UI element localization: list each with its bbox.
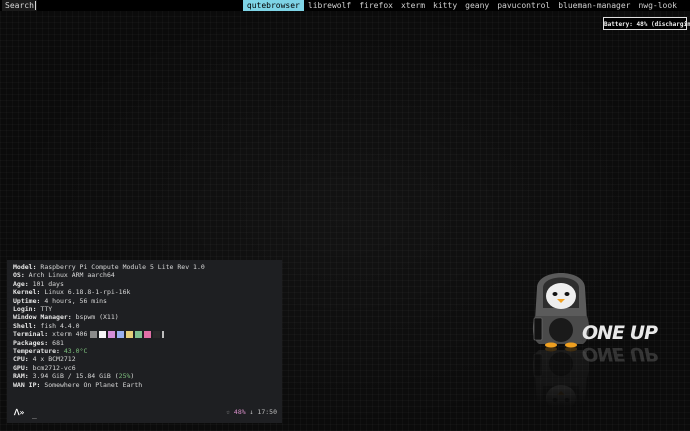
terminal-window[interactable]: Model: Raspberry Pi Compute Module 5 Lit… [7,260,282,423]
launcher-item-kitty[interactable]: kitty [429,0,461,11]
color-swatch [126,330,134,338]
info-key: Temperature: [13,347,60,356]
launcher-search-caret [35,1,36,10]
info-key: Model: [13,263,37,271]
info-row-model: Model: Raspberry Pi Compute Module 5 Lit… [13,263,276,271]
color-swatch [135,330,143,338]
launcher-item-geany[interactable]: geany [461,0,493,11]
launcher-bar: Search qutebrowser librewolf firefox xte… [0,0,690,11]
ram-tail: ) [130,372,135,381]
launcher-item-librewolf[interactable]: librewolf [304,0,355,11]
info-value: 101 days [32,279,64,288]
prompt-right-status: ☆ 48% ↓ 17:50 [226,408,277,416]
info-key: CPU: [13,355,29,364]
brand-logo-reflection: ONE UP [582,343,658,365]
info-key: RAM: [13,372,29,381]
info-value: bcm2712-vc6 [32,363,76,372]
battery-status-box: Battery: 48% (discharging) [603,17,690,30]
info-value: bspwm (X11) [75,313,119,322]
color-swatch [90,330,98,338]
info-row-wan-ip: WAN IP: Somewhere On Planet Earth [13,381,276,389]
info-row-gpu: GPU: bcm2712-vc6 [13,364,276,372]
info-value: 43.0°C [63,347,88,356]
info-row-window-manager: Window Manager: bspwm (X11) [13,313,276,321]
shell-prompt: ᐱ» [14,408,25,417]
info-row-kernel: Kernel: Linux 6.18.8-1-rpi-16k [13,288,276,296]
info-row-shell: Shell: fish 4.4.0 [13,322,276,330]
color-swatch [153,330,161,338]
info-key: Uptime: [13,296,41,305]
info-row-os: OS: Arch Linux ARM aarch64 [13,271,276,279]
launcher-item-blueman-manager[interactable]: blueman-manager [554,0,634,11]
info-key: Terminal: [13,330,49,339]
info-value: 3.94 GiB / 15.84 GiB ( [32,372,119,381]
info-value: Raspberry Pi Compute Module 5 Lite Rev 1… [40,263,205,271]
info-value: xterm 406 [52,330,88,339]
text-cursor[interactable]: _ [32,410,37,419]
launcher-item-nwg-look[interactable]: nwg-look [634,0,681,11]
info-row-ram: RAM: 3.94 GiB / 15.84 GiB (25%) [13,372,276,380]
launcher-item-pavucontrol[interactable]: pavucontrol [493,0,554,11]
star-icon: ☆ [226,408,230,416]
info-row-uptime: Uptime: 4 hours, 56 mins [13,297,276,305]
info-key: Kernel: [13,288,41,297]
info-value: fish 4.4.0 [40,321,80,330]
info-key: Window Manager: [13,313,72,322]
color-swatch [144,330,152,338]
info-row-login: Login: TTY [13,305,276,313]
info-value: TTY [40,305,53,314]
brand-logo: ONE UP [582,322,658,344]
color-swatch [162,330,165,338]
info-key: Shell: [13,321,37,330]
info-value: Arch Linux ARM aarch64 [28,271,115,280]
launcher-item-qutebrowser[interactable]: qutebrowser [242,0,304,11]
launcher-item-firefox[interactable]: firefox [355,0,397,11]
color-swatch [117,330,125,338]
color-swatch [99,330,107,338]
launcher-search-label[interactable]: Search [2,0,37,11]
info-value: 4 x BCM2712 [32,355,76,364]
color-swatches [90,330,165,338]
info-value: 681 [52,338,64,347]
info-row-cpu: CPU: 4 x BCM2712 [13,355,276,363]
prompt-battery: 48% [233,408,246,416]
info-key: WAN IP: [13,380,41,389]
info-row-age: Age: 101 days [13,280,276,288]
prompt-time: 17:50 [257,408,277,416]
info-key: Login: [13,305,37,314]
info-value: Somewhere On Planet Earth [44,380,143,389]
info-key: Packages: [13,338,49,347]
info-value: 4 hours, 56 mins [44,296,107,305]
info-row-terminal: Terminal: xterm 406 [13,330,276,338]
down-arrow-icon: ↓ [249,408,254,416]
ram-percent: 25% [118,372,131,381]
info-value: Linux 6.18.8-1-rpi-16k [44,288,131,297]
launcher-items: qutebrowser librewolf firefox xterm kitt… [242,0,681,11]
info-row-temperature: Temperature: 43.0°C [13,347,276,355]
color-swatch [108,330,116,338]
info-key: OS: [13,271,25,280]
launcher-item-xterm[interactable]: xterm [397,0,429,11]
info-key: Age: [13,279,29,288]
info-key: GPU: [13,363,29,372]
info-row-packages: Packages: 681 [13,339,276,347]
